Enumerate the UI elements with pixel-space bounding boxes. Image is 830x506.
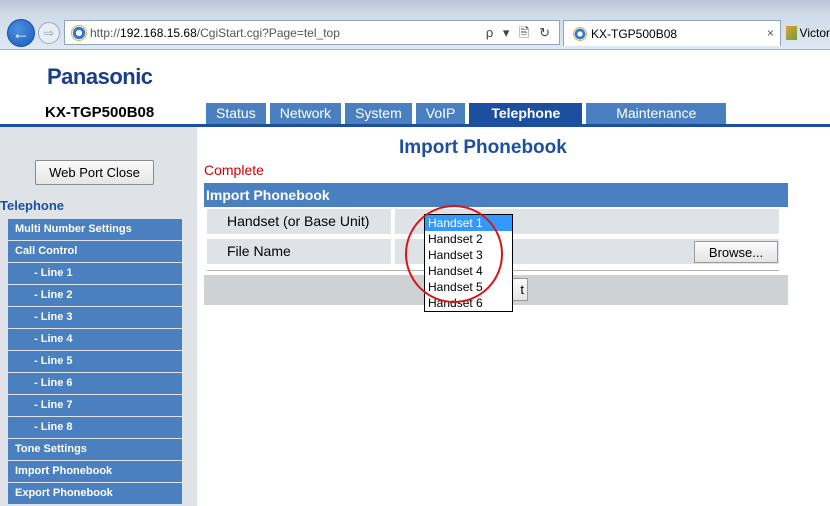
browser-tab-active[interactable]: KX-TGP500B08 × [563,20,781,46]
sidebar-menu: Multi Number Settings Call Control - Line … [8,219,182,505]
page-title: Import Phonebook [399,137,567,158]
handset-select-dropdown[interactable]: Handset 1 Handset 2 Handset 3 Handset 4 Hand… [424,214,513,312]
tab-telephone[interactable]: Telephone [469,103,583,124]
tab-network[interactable]: Network [269,103,342,124]
status-message: Complete [204,162,264,178]
url-text: http://192.168.15.68/CgiStart.cgi?Page=t… [90,25,340,40]
tab-maintenance[interactable]: Maintenance [586,103,727,124]
dropdown-option-handset-1[interactable]: Handset 1 [425,215,512,231]
tab-status[interactable]: Status [206,103,266,124]
handset-label: Handset (or Base Unit) [207,209,391,234]
sidebar-item-line-1[interactable]: - Line 1 [8,263,182,284]
browse-button[interactable]: Browse... [694,241,778,263]
sidebar: Web Port Close Telephone Multi Number Se… [0,127,197,506]
back-button[interactable]: ← [7,19,35,47]
dropdown-option-handset-6[interactable]: Handset 6 [425,295,512,311]
sidebar-item-line-8[interactable]: - Line 8 [8,417,182,438]
address-bar[interactable]: http://192.168.15.68/CgiStart.cgi?Page=t… [64,20,560,45]
sidebar-item-line-5[interactable]: - Line 5 [8,351,182,372]
dropdown-option-handset-2[interactable]: Handset 2 [425,231,512,247]
arrow-left-icon: ← [12,22,30,43]
sidebar-item-line-3[interactable]: - Line 3 [8,307,182,328]
sidebar-item-call-control[interactable]: Call Control [8,241,182,262]
tab-voip[interactable]: VoIP [415,103,466,124]
browser-tab-second[interactable]: Victor [784,20,830,46]
sidebar-item-line-6[interactable]: - Line 6 [8,373,182,394]
main-nav-tabs: Status Network System VoIP Telephone Mai… [206,103,727,124]
model-name: KX-TGP500B08 [45,104,155,121]
sidebar-item-line-2[interactable]: - Line 2 [8,285,182,306]
sidebar-item-line-4[interactable]: - Line 4 [8,329,182,350]
tab-system[interactable]: System [345,103,412,124]
sidebar-item-export-phonebook[interactable]: Export Phonebook [8,483,182,504]
section-header: Import Phonebook [204,183,788,207]
web-port-close-button[interactable]: Web Port Close [35,160,154,185]
dropdown-option-handset-5[interactable]: Handset 5 [425,279,512,295]
sidebar-item-multi-number-settings[interactable]: Multi Number Settings [8,219,182,240]
sidebar-item-tone-settings[interactable]: Tone Settings [8,439,182,460]
ie-page-icon [71,24,87,41]
address-tools-icons[interactable]: ρ ▾ 🖹 ↻ [486,24,553,46]
dropdown-option-handset-4[interactable]: Handset 4 [425,263,512,279]
brand-logo: Panasonic [47,64,153,89]
second-tab-title: Victor [799,26,830,40]
sidebar-heading: Telephone [0,198,65,213]
browser-title-bar [0,0,830,13]
sidebar-item-line-7[interactable]: - Line 7 [8,395,182,416]
forward-button[interactable]: ⇨ [38,22,60,44]
ie-tab-icon [573,26,587,41]
arrow-right-icon: ⇨ [43,26,55,40]
dropdown-option-handset-3[interactable]: Handset 3 [425,247,512,263]
tab-title: KX-TGP500B08 [591,26,678,41]
sidebar-item-import-phonebook[interactable]: Import Phonebook [8,461,182,482]
browser-chrome: ← ⇨ http://192.168.15.68/CgiStart.cgi?Pa… [0,0,830,50]
tab-close-icon[interactable]: × [767,26,774,40]
user-favicon-icon [786,26,797,40]
file-name-label: File Name [207,239,391,264]
